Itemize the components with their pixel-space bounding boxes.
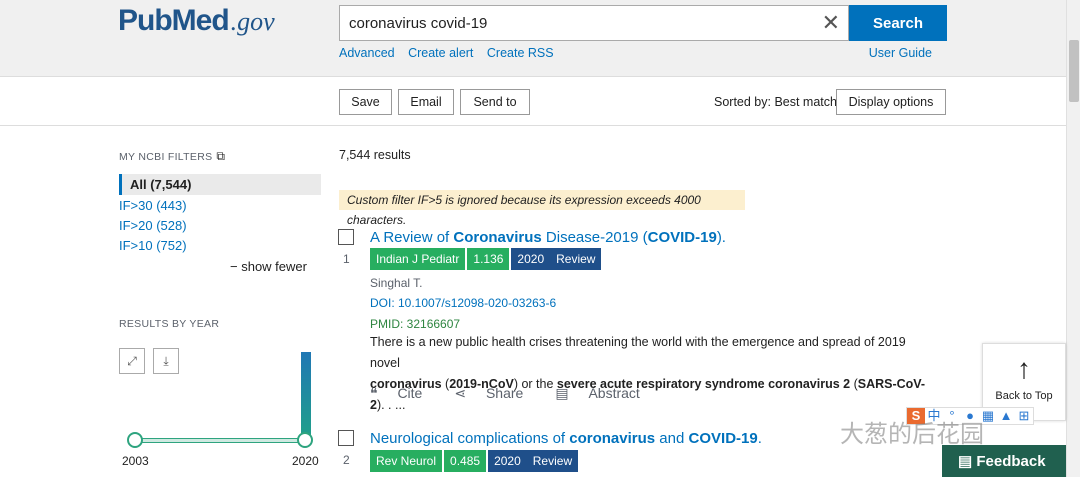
result-authors: Singhal T. [370,276,423,290]
filter-notice: Custom filter IF>5 is ignored because it… [339,190,745,227]
year-end-handle[interactable] [297,432,313,448]
impact-badge: 1.136 [467,248,510,270]
result-badges: Rev Neurol 0.485 2020 Review [370,450,580,472]
feedback-label: Feedback [976,453,1046,470]
year-end-label: 2020 [292,454,319,468]
my-ncbi-filters-title: MY NCBI FILTERS ⧉ [119,149,225,164]
search-input[interactable] [340,6,800,40]
result-number: 1 [343,252,350,266]
cite-button[interactable]: ❝ Cite [370,385,438,402]
sort-label[interactable]: Sorted by: Best match [714,95,837,109]
advanced-link[interactable]: Advanced [339,46,395,60]
result-actions: ❝ Cite ⋖ Share ▤ Abstract [370,385,672,402]
minus-icon: − [230,259,242,274]
external-link-icon[interactable]: ⧉ [216,149,225,163]
filter-if30[interactable]: IF>30 (443) [119,198,187,213]
filter-if20[interactable]: IF>20 (528) [119,218,187,233]
header: PubMed.gov ✕ Search Advanced Create aler… [0,0,1066,77]
snippet-line-1: There is a new public health crises thre… [370,335,906,370]
year-badge: 2020 [511,248,551,270]
filters-title-text: MY NCBI FILTERS [119,151,213,163]
share-icon: ⋖ [454,385,470,401]
year-start-handle[interactable] [127,432,143,448]
result-title[interactable]: A Review of Coronavirus Disease-2019 (CO… [370,229,726,246]
impact-badge: 0.485 [444,450,487,472]
download-icon[interactable]: ⤓ [153,348,179,374]
feedback-icon: ▤ [958,453,977,470]
result-title[interactable]: Neurological complications of coronaviru… [370,430,762,447]
journal-badge: Indian J Pediatr [370,248,466,270]
pubmed-logo[interactable]: PubMed.gov [118,4,275,38]
search-box: ✕ [339,5,849,41]
results-count: 7,544 results [339,148,411,162]
logo-text-pub: Pub [118,4,173,37]
year-start-label: 2003 [122,454,149,468]
search-sublinks: Advanced Create alert Create RSS [339,46,564,60]
create-rss-link[interactable]: Create RSS [487,46,554,60]
result-badges: Indian J Pediatr 1.136 2020 Review [370,248,603,270]
result-checkbox[interactable] [338,229,354,245]
back-to-top-label: Back to Top [995,390,1053,402]
result-number: 2 [343,453,350,467]
watermark: 大葱的后花园 [840,420,984,448]
year-range-track[interactable] [128,438,306,443]
results-toolbar: Save Email Send to Sorted by: Best match… [0,78,1066,126]
logo-text-gov: .gov [230,7,275,36]
result-checkbox[interactable] [338,430,354,446]
show-fewer-label: show fewer [241,259,307,274]
create-alert-link[interactable]: Create alert [408,46,473,60]
filter-all[interactable]: All (7,544) [119,174,321,195]
share-button[interactable]: ⋖ Share [454,385,539,402]
quote-icon: ❝ [370,385,382,401]
year-badge: 2020 [488,450,527,472]
journal-badge: Rev Neurol [370,450,443,472]
user-guide-link[interactable]: User Guide [869,46,932,60]
abstract-button[interactable]: ▤ Abstract [555,385,655,402]
filter-if10[interactable]: IF>10 (752) [119,238,187,253]
page-scrollbar[interactable] [1066,0,1080,477]
ime-grid-icon[interactable]: ⊞ [1015,408,1033,424]
email-button[interactable]: Email [398,89,454,115]
result-doi[interactable]: DOI: 10.1007/s12098-020-03263-6 [370,296,556,310]
feedback-button[interactable]: ▤ Feedback [942,445,1066,477]
ime-skin-icon[interactable]: ▲ [997,408,1015,424]
show-fewer-button[interactable]: − show fewer [230,259,307,274]
send-to-button[interactable]: Send to [460,89,530,115]
logo-text-med: Med [171,4,230,37]
arrow-up-icon: ↑ [1017,353,1031,384]
scrollbar-thumb[interactable] [1069,40,1079,102]
result-snippet: There is a new public health crises thre… [370,332,930,416]
type-badge: Review [550,248,602,270]
expand-icon[interactable]: ⤢ [119,348,145,374]
search-button[interactable]: Search [849,5,947,41]
document-icon: ▤ [555,385,573,401]
save-button[interactable]: Save [339,89,392,115]
results-by-year-title: RESULTS BY YEAR [119,318,220,330]
result-pmid: PMID: 32166607 [370,317,461,331]
display-options-button[interactable]: Display options [836,89,946,115]
year-histogram-bar [301,352,311,438]
clear-icon[interactable]: ✕ [822,12,840,34]
type-badge: Review [526,450,579,472]
